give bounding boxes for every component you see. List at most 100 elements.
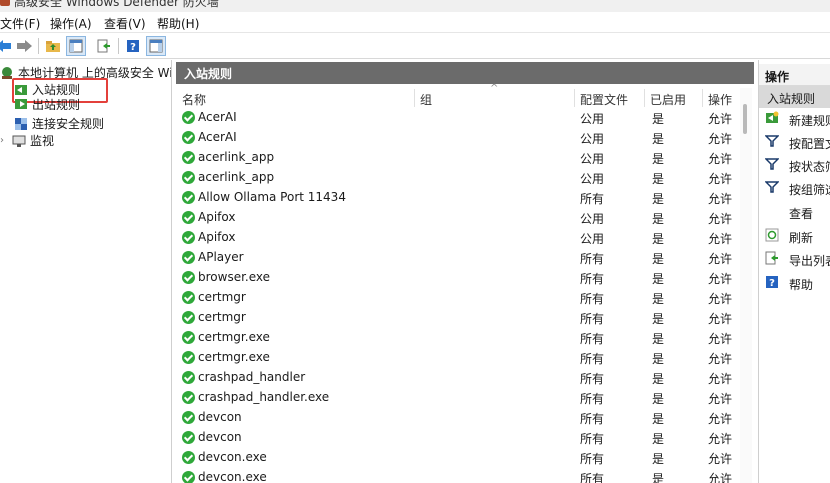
table-row[interactable]: devcon.exe 所有 是 允许	[176, 468, 736, 483]
rule-action: 允许	[708, 372, 733, 386]
column-header-profile[interactable]: 配置文件	[580, 88, 628, 110]
column-header-action[interactable]: 操作	[708, 88, 732, 110]
folder-up-icon[interactable]	[43, 36, 63, 56]
actions-section-inbound[interactable]: 入站规则	[759, 86, 830, 108]
enabled-check-icon	[182, 331, 195, 344]
table-row[interactable]: certmgr 所有 是 允许	[176, 288, 736, 308]
rule-enabled: 是	[652, 132, 665, 146]
action-filter-group[interactable]: 按组筛选	[759, 177, 830, 199]
rule-name: Apifox	[198, 230, 236, 244]
enabled-check-icon	[182, 311, 195, 324]
rule-name: acerlink_app	[198, 170, 275, 184]
rule-profile: 所有	[580, 392, 605, 406]
back-arrow-icon[interactable]	[0, 36, 14, 56]
tree-item-connection-security[interactable]: 连接安全规则	[14, 115, 104, 132]
menu-help[interactable]: 帮助(H)	[157, 15, 199, 32]
menu-action[interactable]: 操作(A)	[50, 15, 92, 32]
table-row[interactable]: AcerAI 公用 是 允许	[176, 108, 736, 128]
rule-action: 允许	[708, 332, 733, 346]
table-row[interactable]: certmgr.exe 所有 是 允许	[176, 348, 736, 368]
actions-title: 操作	[759, 64, 830, 86]
table-row[interactable]: acerlink_app 公用 是 允许	[176, 168, 736, 188]
rule-action: 允许	[708, 312, 733, 326]
menu-view[interactable]: 查看(V)	[104, 15, 146, 32]
export-icon[interactable]	[94, 36, 114, 56]
table-row[interactable]: certmgr.exe 所有 是 允许	[176, 328, 736, 348]
rule-profile: 公用	[580, 112, 605, 126]
rule-name: certmgr.exe	[198, 330, 270, 344]
table-row[interactable]: devcon 所有 是 允许	[176, 428, 736, 448]
rule-profile: 所有	[580, 352, 605, 366]
column-header-enabled[interactable]: 已启用	[650, 88, 686, 110]
rule-enabled: 是	[652, 372, 665, 386]
table-row[interactable]: AcerAI 公用 是 允许	[176, 128, 736, 148]
enabled-check-icon	[182, 191, 195, 204]
rule-profile: 公用	[580, 212, 605, 226]
rule-enabled: 是	[652, 232, 665, 246]
action-new-rule[interactable]: 新建规则...	[759, 108, 830, 130]
table-row[interactable]: devcon 所有 是 允许	[176, 408, 736, 428]
table-row[interactable]: Allow Ollama Port 11434 所有 是 允许	[176, 188, 736, 208]
rule-action: 允许	[708, 232, 733, 246]
pane-title: 入站规则	[176, 62, 754, 84]
rule-action: 允许	[708, 212, 733, 226]
vertical-scrollbar[interactable]	[740, 88, 752, 483]
table-row[interactable]: devcon.exe 所有 是 允许	[176, 448, 736, 468]
rule-profile: 所有	[580, 192, 605, 206]
rule-action: 允许	[708, 432, 733, 446]
table-row[interactable]: Apifox 公用 是 允许	[176, 228, 736, 248]
firewall-app-icon	[0, 0, 10, 6]
scrollbar-thumb[interactable]	[743, 104, 747, 134]
window-titlebar: 高级安全 Windows Defender 防火墙	[0, 0, 830, 12]
table-row[interactable]: crashpad_handler 所有 是 允许	[176, 368, 736, 388]
rule-enabled: 是	[652, 272, 665, 286]
column-header-group[interactable]: 组	[420, 88, 432, 110]
rule-name: APlayer	[198, 250, 244, 264]
table-row[interactable]: APlayer 所有 是 允许	[176, 248, 736, 268]
rule-profile: 所有	[580, 312, 605, 326]
forward-arrow-icon[interactable]	[14, 36, 34, 56]
table-row[interactable]: browser.exe 所有 是 允许	[176, 268, 736, 288]
action-help[interactable]: ? 帮助	[759, 272, 830, 294]
show-hide-action-pane-icon[interactable]	[146, 36, 166, 56]
enabled-check-icon	[182, 371, 195, 384]
enabled-check-icon	[182, 431, 195, 444]
rule-enabled: 是	[652, 432, 665, 446]
column-header-name[interactable]: 名称	[182, 88, 206, 110]
rule-profile: 所有	[580, 432, 605, 446]
rule-profile: 所有	[580, 272, 605, 286]
action-filter-state[interactable]: 按状态筛选	[759, 154, 830, 176]
rule-action: 允许	[708, 292, 733, 306]
expand-chevron-icon[interactable]: ›	[0, 135, 12, 146]
action-filter-profile[interactable]: 按配置文件筛选	[759, 131, 830, 153]
tree-monitor-label: 监视	[30, 134, 55, 148]
action-export-list[interactable]: 导出列表...	[759, 248, 830, 270]
enabled-check-icon	[182, 151, 195, 164]
action-refresh[interactable]: 刷新	[759, 225, 830, 247]
menu-file[interactable]: 文件(F)	[0, 15, 40, 32]
filter-icon	[765, 158, 779, 170]
enabled-check-icon	[182, 231, 195, 244]
tree-item-monitoring[interactable]: › 监视	[0, 132, 54, 149]
rule-name: browser.exe	[198, 270, 271, 284]
table-row[interactable]: crashpad_handler.exe 所有 是 允许	[176, 388, 736, 408]
rule-action: 允许	[708, 412, 733, 426]
svg-text:?: ?	[130, 42, 136, 53]
show-hide-tree-icon[interactable]	[66, 36, 86, 56]
rule-profile: 公用	[580, 132, 605, 146]
rule-profile: 所有	[580, 472, 605, 483]
table-row[interactable]: Apifox 公用 是 允许	[176, 208, 736, 228]
table-row[interactable]: acerlink_app 公用 是 允许	[176, 148, 736, 168]
action-view[interactable]: 查看	[759, 201, 830, 223]
table-row[interactable]: certmgr 所有 是 允许	[176, 308, 736, 328]
help-icon[interactable]: ?	[123, 36, 143, 56]
rule-enabled: 是	[652, 292, 665, 306]
rule-enabled: 是	[652, 312, 665, 326]
tree-item-outbound-rules[interactable]: 出站规则	[14, 98, 80, 110]
enabled-check-icon	[182, 211, 195, 224]
rule-action: 允许	[708, 472, 733, 483]
rule-profile: 所有	[580, 332, 605, 346]
connection-security-icon	[15, 117, 27, 130]
rule-enabled: 是	[652, 252, 665, 266]
window-title: 高级安全 Windows Defender 防火墙	[14, 0, 219, 9]
